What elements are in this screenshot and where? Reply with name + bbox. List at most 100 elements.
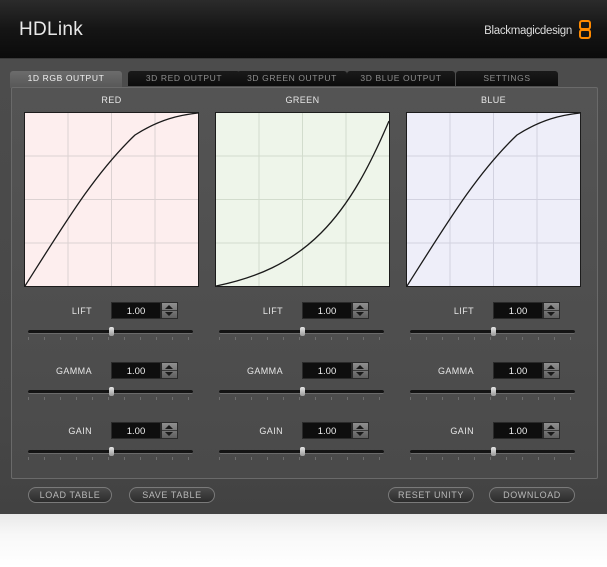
lift-stepper[interactable]: [352, 302, 369, 319]
title-bar: HDLink Blackmagicdesign: [0, 0, 607, 59]
arrow-up-icon[interactable]: [165, 305, 173, 309]
arrow-down-icon[interactable]: [547, 312, 555, 316]
slider-ticks: [219, 337, 384, 340]
gamma-stepper[interactable]: [543, 362, 560, 379]
slider-thumb[interactable]: [490, 327, 496, 336]
arrow-down-icon[interactable]: [356, 312, 364, 316]
brand-name: Blackmagicdesign: [484, 25, 572, 37]
slider-thumb[interactable]: [490, 447, 496, 456]
arrow-up-icon[interactable]: [547, 305, 555, 309]
gain-label: GAIN: [450, 426, 474, 436]
lift-value-input[interactable]: 1.00: [302, 302, 352, 319]
arrow-down-icon[interactable]: [356, 372, 364, 376]
reflection-area: [0, 514, 607, 567]
gain-slider[interactable]: [219, 447, 384, 461]
lift-label: LIFT: [262, 306, 283, 316]
arrow-down-icon[interactable]: [165, 312, 173, 316]
gamma-label: GAMMA: [437, 366, 474, 376]
lift-value-input[interactable]: 1.00: [493, 302, 543, 319]
tab-1d-rgb-output[interactable]: 1D RGB OUTPUT: [10, 71, 122, 88]
gamma-stepper[interactable]: [161, 362, 178, 379]
slider-thumb[interactable]: [108, 447, 114, 456]
blackmagic-logo-icon: [579, 20, 591, 46]
lift-slider[interactable]: [410, 327, 575, 341]
gain-label: GAIN: [68, 426, 92, 436]
stepper-divider: [162, 370, 177, 371]
lift-value-input[interactable]: 1.00: [111, 302, 161, 319]
lift-stepper[interactable]: [161, 302, 178, 319]
stepper-divider: [353, 370, 368, 371]
stepper-divider: [544, 370, 559, 371]
gain-label: GAIN: [259, 426, 283, 436]
slider-thumb[interactable]: [490, 387, 496, 396]
reset-unity-button[interactable]: RESET UNITY: [388, 487, 474, 503]
arrow-down-icon[interactable]: [356, 432, 364, 436]
slider-thumb[interactable]: [299, 327, 305, 336]
slider-ticks: [219, 457, 384, 460]
slider-ticks: [28, 457, 193, 460]
slider-thumb[interactable]: [299, 447, 305, 456]
gamma-value-input[interactable]: 1.00: [302, 362, 352, 379]
app-title: HDLink: [19, 19, 84, 40]
gamma-value-input[interactable]: 1.00: [493, 362, 543, 379]
lift-stepper[interactable]: [543, 302, 560, 319]
gamma-value-input[interactable]: 1.00: [111, 362, 161, 379]
gain-stepper[interactable]: [352, 422, 369, 439]
gamma-slider[interactable]: [410, 387, 575, 401]
gamma-stepper[interactable]: [352, 362, 369, 379]
curve-graph-red: [24, 112, 199, 287]
slider-ticks: [28, 397, 193, 400]
arrow-down-icon[interactable]: [165, 372, 173, 376]
arrow-up-icon[interactable]: [165, 425, 173, 429]
slider-thumb[interactable]: [108, 387, 114, 396]
gain-stepper[interactable]: [543, 422, 560, 439]
arrow-up-icon[interactable]: [356, 425, 364, 429]
tab-3d-blue-output[interactable]: 3D BLUE OUTPUT: [347, 71, 455, 86]
output-panel: RED GREEN BLUE LIFT 1.00 GAMMA 1.00 GAIN…: [11, 87, 598, 479]
gamma-label: GAMMA: [55, 366, 92, 376]
gain-value-input[interactable]: 1.00: [493, 422, 543, 439]
arrow-up-icon[interactable]: [547, 425, 555, 429]
hdlink-window: HDLink Blackmagicdesign 1D RGB OUTPUT 3D…: [0, 0, 607, 514]
slider-ticks: [28, 337, 193, 340]
gain-stepper[interactable]: [161, 422, 178, 439]
arrow-down-icon[interactable]: [547, 432, 555, 436]
channel-label: GREEN: [285, 95, 320, 105]
gain-value-input[interactable]: 1.00: [111, 422, 161, 439]
arrow-up-icon[interactable]: [547, 365, 555, 369]
curve-graph-blue: [406, 112, 581, 287]
slider-ticks: [410, 397, 575, 400]
tab-settings[interactable]: SETTINGS: [456, 71, 558, 86]
gamma-slider[interactable]: [219, 387, 384, 401]
lift-label: LIFT: [71, 306, 92, 316]
arrow-up-icon[interactable]: [165, 365, 173, 369]
arrow-up-icon[interactable]: [356, 305, 364, 309]
stepper-divider: [544, 310, 559, 311]
tab-3d-green-output[interactable]: 3D GREEN OUTPUT: [237, 71, 347, 86]
arrow-down-icon[interactable]: [165, 432, 173, 436]
slider-ticks: [410, 457, 575, 460]
slider-thumb[interactable]: [299, 387, 305, 396]
lift-slider[interactable]: [28, 327, 193, 341]
stepper-divider: [353, 310, 368, 311]
gamma-label: GAMMA: [246, 366, 283, 376]
tab-3d-red-output[interactable]: 3D RED OUTPUT: [128, 71, 240, 86]
curve-graph-green: [215, 112, 390, 287]
lift-slider[interactable]: [219, 327, 384, 341]
save-table-button[interactable]: SAVE TABLE: [129, 487, 215, 503]
gain-slider[interactable]: [410, 447, 575, 461]
stepper-divider: [544, 430, 559, 431]
slider-ticks: [410, 337, 575, 340]
channel-label: BLUE: [480, 95, 507, 105]
stepper-divider: [162, 310, 177, 311]
gain-slider[interactable]: [28, 447, 193, 461]
stepper-divider: [353, 430, 368, 431]
gain-value-input[interactable]: 1.00: [302, 422, 352, 439]
slider-thumb[interactable]: [108, 327, 114, 336]
arrow-up-icon[interactable]: [356, 365, 364, 369]
load-table-button[interactable]: LOAD TABLE: [28, 487, 112, 503]
channel-label: RED: [101, 95, 122, 105]
gamma-slider[interactable]: [28, 387, 193, 401]
download-button[interactable]: DOWNLOAD: [489, 487, 575, 503]
arrow-down-icon[interactable]: [547, 372, 555, 376]
